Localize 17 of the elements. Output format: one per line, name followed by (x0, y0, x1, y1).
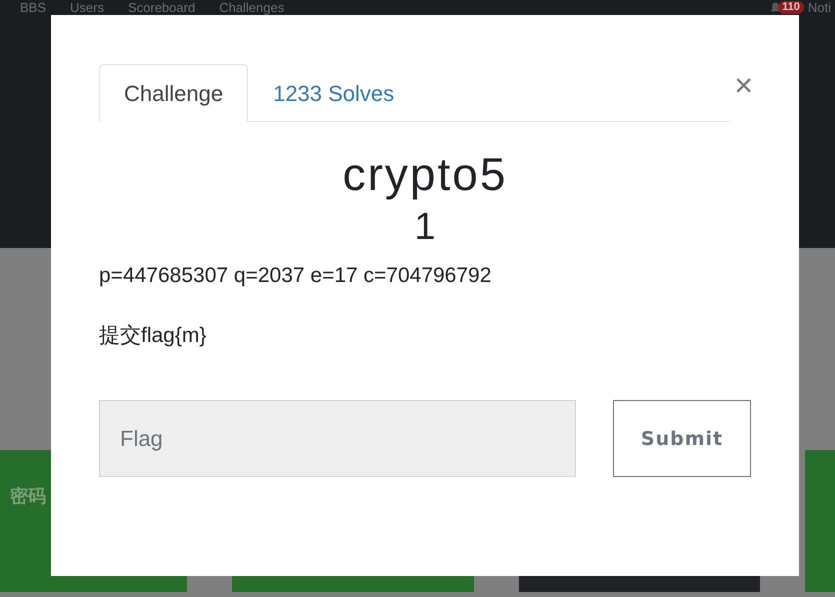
challenge-value: 1 (413, 205, 437, 250)
nav-link[interactable]: Users (70, 0, 104, 15)
nav-link[interactable]: Challenges (219, 0, 284, 15)
submit-button[interactable]: Submit (613, 400, 751, 477)
nav-link[interactable]: Noti (808, 0, 831, 15)
description-text: 提交flag{m} (99, 323, 208, 349)
flag-input-field[interactable]: Flag (99, 400, 576, 477)
tab[interactable]: Challenge (99, 64, 248, 122)
nav-link[interactable]: BBS (20, 0, 46, 15)
card-title: 密码 (10, 486, 46, 507)
description-text: p=447685307 q=2037 e=17 c=704796792 (99, 263, 492, 289)
bell-icon[interactable] (770, 2, 782, 14)
challenge-title: crypto5 (342, 147, 508, 202)
close-button[interactable]: × (734, 69, 753, 101)
nav-link[interactable]: Scoreboard (128, 0, 196, 15)
notification-badge: 110 (778, 1, 804, 14)
tab[interactable]: 1233 Solves (248, 64, 420, 122)
